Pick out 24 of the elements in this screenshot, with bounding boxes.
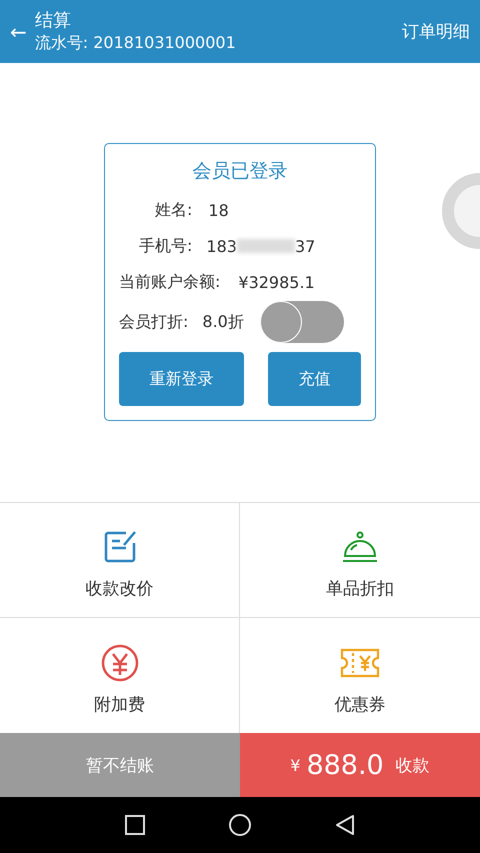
redaction-blur xyxy=(236,239,295,253)
field-label: 手机号: xyxy=(139,236,192,256)
phone-start: 183 xyxy=(206,236,237,256)
function-tile[interactable]: 收款改价 xyxy=(0,503,240,618)
recents-icon[interactable] xyxy=(124,814,146,836)
page-title: 结算 xyxy=(34,10,72,32)
field-value: 8.0折 xyxy=(202,312,244,332)
serial-number: 流水号: 20181031000001 xyxy=(34,32,237,54)
phone-end: 37 xyxy=(294,236,316,256)
field-label: 姓名: xyxy=(155,200,192,220)
hold-bill-button[interactable]: 暂不结账 xyxy=(0,733,240,797)
back-button[interactable]: ← xyxy=(10,20,35,44)
back-icon[interactable] xyxy=(334,814,356,836)
order-details-button[interactable]: 订单明细 xyxy=(402,20,470,43)
relogin-button[interactable]: 重新登录 xyxy=(119,352,244,406)
card-title: 会员已登录 xyxy=(192,159,288,184)
field-label: 当前账户余额: xyxy=(119,272,220,292)
field-value: 18 xyxy=(208,200,229,220)
field-value: ¥32985.1 xyxy=(238,272,315,292)
field-label: 会员打折: xyxy=(119,312,188,332)
recharge-button[interactable]: 充值 xyxy=(268,352,361,406)
pay-button[interactable]: ¥ 888.0 收款 xyxy=(240,733,480,797)
home-icon[interactable] xyxy=(228,813,252,837)
discount-switch[interactable] xyxy=(260,301,344,343)
